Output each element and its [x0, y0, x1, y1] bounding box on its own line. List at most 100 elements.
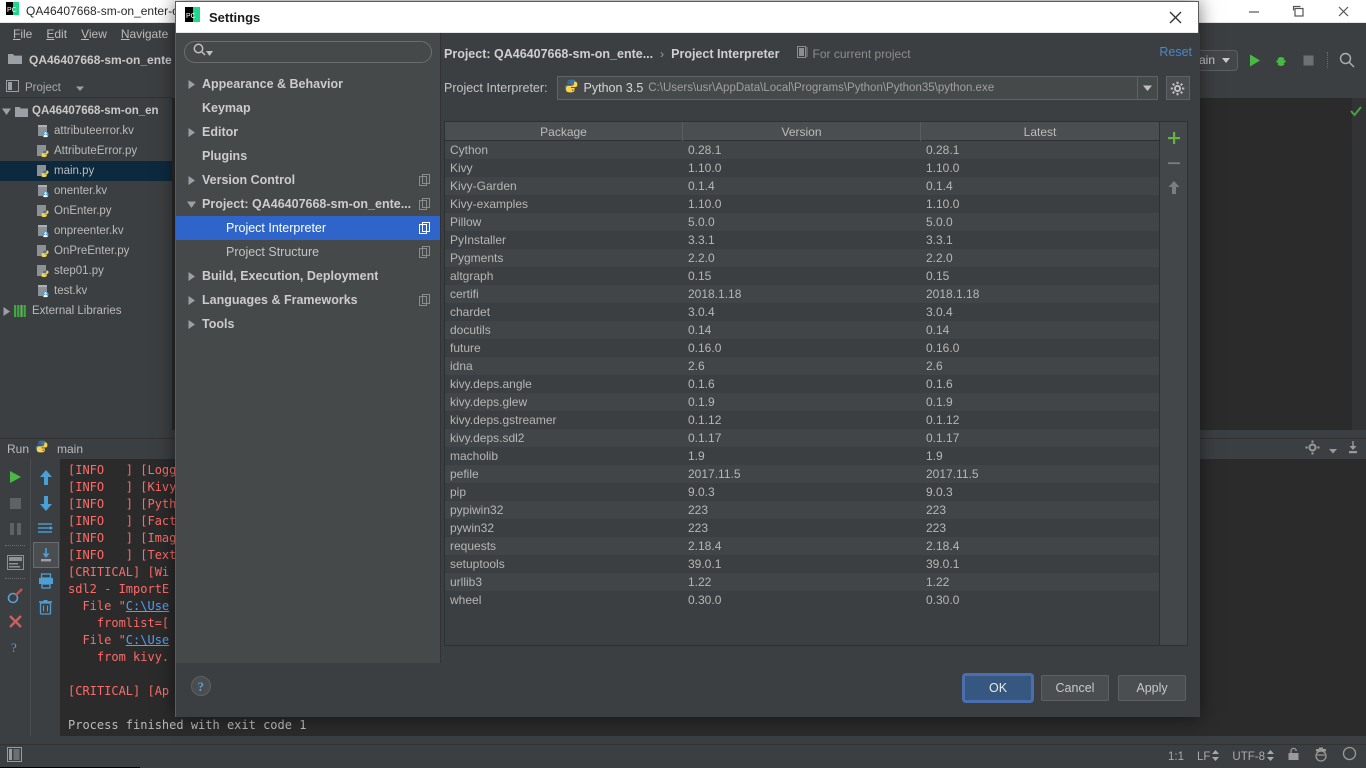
column-header-version[interactable]: Version — [683, 122, 921, 141]
search-dropdown-icon[interactable] — [206, 43, 213, 61]
table-row[interactable]: pefile 2017.11.5 2017.11.5 — [445, 465, 1159, 483]
settings-tree-item[interactable]: Plugins — [176, 144, 440, 168]
chevron-right-icon[interactable] — [184, 175, 198, 185]
table-row[interactable]: requests 2.18.4 2.18.4 — [445, 537, 1159, 555]
toggle-toolwindows-icon[interactable] — [7, 746, 22, 767]
table-row[interactable]: kivy.deps.gstreamer 0.1.12 0.1.12 — [445, 411, 1159, 429]
settings-search-box[interactable] — [184, 41, 432, 63]
project-tree-item[interactable]: attributeerror.kv — [0, 121, 172, 141]
pause-output-button[interactable] — [2, 516, 28, 542]
table-row[interactable]: kivy.deps.glew 0.1.9 0.1.9 — [445, 393, 1159, 411]
debug-button[interactable] — [1270, 49, 1292, 71]
settings-tree-item[interactable]: Tools — [176, 312, 440, 336]
packages-table[interactable]: Package Version Latest Cython 0.28.1 0.28.… — [444, 121, 1160, 646]
table-row[interactable]: Kivy 1.10.0 1.10.0 — [445, 159, 1159, 177]
settings-tree-item[interactable]: Project Structure — [176, 240, 440, 264]
table-row[interactable]: kivy.deps.angle 0.1.6 0.1.6 — [445, 375, 1159, 393]
table-row[interactable]: urllib3 1.22 1.22 — [445, 573, 1159, 591]
scroll-to-end-icon[interactable] — [32, 542, 59, 568]
chevron-down-icon[interactable] — [1329, 441, 1337, 459]
remove-package-icon[interactable] — [1162, 150, 1186, 175]
table-row[interactable]: setuptools 39.0.1 39.0.1 — [445, 555, 1159, 573]
interpreter-settings-button[interactable] — [1165, 76, 1190, 100]
rerun-button[interactable] — [2, 464, 28, 490]
column-header-latest[interactable]: Latest — [921, 122, 1159, 141]
close-button[interactable] — [1321, 0, 1366, 23]
prev-occurrence-icon[interactable] — [33, 464, 59, 490]
table-row[interactable]: pywin32 223 223 — [445, 519, 1159, 537]
table-row[interactable]: pip 9.0.3 9.0.3 — [445, 483, 1159, 501]
stop-button[interactable] — [1297, 49, 1319, 71]
project-tree-item[interactable]: main.py — [0, 161, 172, 181]
settings-close-button[interactable] — [1152, 2, 1198, 33]
chevron-down-icon[interactable] — [75, 79, 85, 97]
settings-categories-tree[interactable]: Appearance & Behavior Keymap Editor Plugins… — [176, 72, 440, 336]
ok-button[interactable]: OK — [964, 675, 1032, 701]
table-row[interactable]: docutils 0.14 0.14 — [445, 321, 1159, 339]
breadcrumb-project[interactable]: Project: QA46407668-sm-on_ente... — [444, 47, 653, 61]
minimize-button[interactable] — [1231, 0, 1276, 23]
table-row[interactable]: certifi 2018.1.18 2018.1.18 — [445, 285, 1159, 303]
lock-icon[interactable] — [1287, 747, 1300, 766]
console-file-link[interactable]: C:\Use — [126, 599, 169, 613]
menu-edit[interactable]: Edit — [39, 25, 74, 43]
chevron-right-icon[interactable] — [0, 306, 12, 316]
table-row[interactable]: idna 2.6 2.6 — [445, 357, 1159, 375]
table-row[interactable]: chardet 3.0.4 3.0.4 — [445, 303, 1159, 321]
stop-process-button[interactable] — [2, 490, 28, 516]
search-everywhere-icon[interactable] — [1336, 49, 1358, 71]
menu-view[interactable]: View — [74, 25, 114, 43]
next-occurrence-icon[interactable] — [33, 490, 59, 516]
chevron-down-icon[interactable] — [0, 107, 12, 116]
table-row[interactable]: future 0.16.0 0.16.0 — [445, 339, 1159, 357]
caret-position[interactable]: 1:1 — [1168, 751, 1184, 763]
project-panel-header[interactable]: Project — [0, 78, 172, 98]
reset-link[interactable]: Reset — [1159, 45, 1192, 59]
toggle-console-button[interactable] — [2, 549, 28, 575]
line-separator-selector[interactable]: LF — [1197, 748, 1220, 766]
copy-settings-icon[interactable] — [419, 222, 430, 237]
project-tree-item[interactable]: onenter.kv — [0, 181, 172, 201]
magnifier-icon[interactable] — [1342, 746, 1358, 767]
copy-settings-icon[interactable] — [419, 174, 430, 189]
search-input[interactable] — [218, 45, 408, 59]
console-file-link[interactable]: C:\Use — [126, 633, 169, 647]
project-tree-item[interactable]: step01.py — [0, 261, 172, 281]
table-row[interactable]: Cython 0.28.1 0.28.1 — [445, 141, 1159, 159]
table-row[interactable]: kivy.deps.sdl2 0.1.17 0.1.17 — [445, 429, 1159, 447]
editor-scrollbar[interactable] — [1350, 98, 1366, 430]
menu-navigate[interactable]: Navigate — [114, 25, 175, 43]
chevron-down-icon[interactable] — [184, 200, 198, 209]
project-tree-item[interactable]: QA46407668-sm-on_en — [0, 101, 172, 121]
inspector-icon[interactable] — [1313, 747, 1329, 767]
copy-settings-icon[interactable] — [419, 246, 430, 261]
chevron-right-icon[interactable] — [184, 319, 198, 329]
help-button[interactable]: ? — [2, 634, 28, 660]
copy-settings-icon[interactable] — [419, 198, 430, 213]
maximize-button[interactable] — [1276, 0, 1321, 23]
settings-tree-item[interactable]: Project Interpreter — [176, 216, 440, 240]
table-row[interactable]: Pillow 5.0.0 5.0.0 — [445, 213, 1159, 231]
table-row[interactable]: wheel 0.30.0 0.30.0 — [445, 591, 1159, 609]
interpreter-combobox[interactable]: Python 3.5 C:\Users\usr\AppData\Local\Pr… — [556, 76, 1158, 100]
close-run-button[interactable] — [2, 608, 28, 634]
settings-tree-item[interactable]: Editor — [176, 120, 440, 144]
upgrade-package-icon[interactable] — [1162, 175, 1186, 200]
run-button[interactable] — [1243, 49, 1265, 71]
settings-tree-item[interactable]: Project: QA46407668-sm-on_ente... — [176, 192, 440, 216]
settings-tree-item[interactable]: Languages & Frameworks — [176, 288, 440, 312]
settings-tree-item[interactable]: Appearance & Behavior — [176, 72, 440, 96]
table-row[interactable]: Pygments 2.2.0 2.2.0 — [445, 249, 1159, 267]
chevron-right-icon[interactable] — [184, 79, 198, 89]
help-button[interactable]: ? — [190, 675, 212, 702]
project-tree-item[interactable]: OnEnter.py — [0, 201, 172, 221]
table-row[interactable]: Kivy-examples 1.10.0 1.10.0 — [445, 195, 1159, 213]
hide-window-icon[interactable] — [1346, 440, 1360, 459]
table-row[interactable]: Kivy-Garden 0.1.4 0.1.4 — [445, 177, 1159, 195]
add-package-icon[interactable] — [1162, 125, 1186, 150]
chevron-right-icon[interactable] — [184, 271, 198, 281]
soft-wrap-icon[interactable] — [33, 516, 59, 542]
settings-tree-item[interactable]: Build, Execution, Deployment — [176, 264, 440, 288]
column-header-package[interactable]: Package — [445, 122, 683, 141]
print-icon[interactable] — [33, 568, 59, 594]
